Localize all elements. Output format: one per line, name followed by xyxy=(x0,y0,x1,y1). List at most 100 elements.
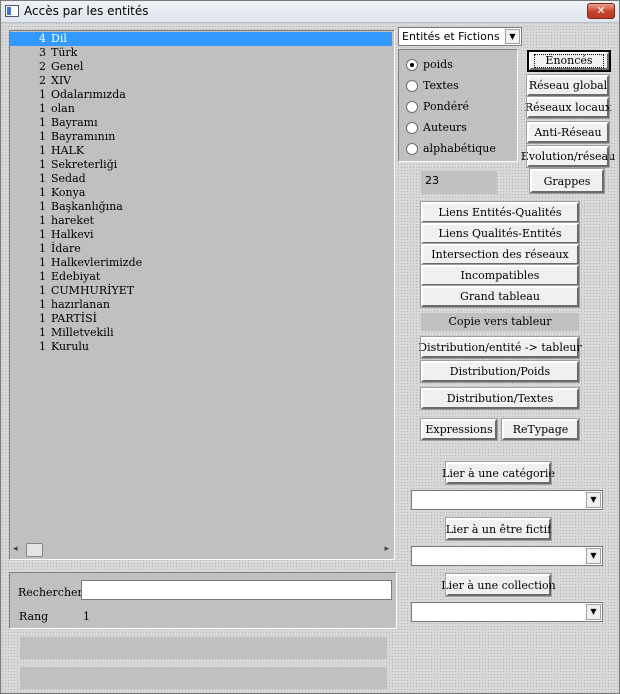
scroll-left-icon[interactable]: ◂ xyxy=(13,544,18,554)
radio-option-label: alphabétique xyxy=(423,142,496,155)
list-item-label: Bayramının xyxy=(51,130,116,143)
list-item[interactable]: 1 Başkanlığına xyxy=(10,200,392,214)
list-item[interactable]: 1 olan xyxy=(10,102,392,116)
intersection-reseaux-button[interactable]: Intersection des réseaux xyxy=(420,243,580,266)
radio-option-label: poids xyxy=(423,58,453,71)
list-item[interactable]: 1 Odalarımızda xyxy=(10,88,392,102)
type-select-value: Entités et Fictions xyxy=(402,30,500,43)
list-item[interactable]: 1 HALK xyxy=(10,144,392,158)
etre-fictif-select[interactable]: ▼ xyxy=(411,546,603,566)
list-item-label: Dil xyxy=(51,32,67,45)
reseau-global-button[interactable]: Réseau global xyxy=(526,74,610,97)
list-item[interactable]: 1 Bayramı xyxy=(10,116,392,130)
list-item[interactable]: 1 Halkevi xyxy=(10,228,392,242)
scroll-right-icon[interactable]: ▸ xyxy=(384,544,389,554)
list-item[interactable]: 1 hazırlanan xyxy=(10,298,392,312)
radio-option-label: Auteurs xyxy=(423,121,467,134)
distribution-textes-button[interactable]: Distribution/Textes xyxy=(420,387,580,410)
chevron-down-icon[interactable]: ▼ xyxy=(505,29,520,44)
list-item-count: 1 xyxy=(39,172,46,185)
evolution-reseau-button[interactable]: Evolution/réseau xyxy=(521,145,615,168)
anti-reseau-button[interactable]: Anti-Réseau xyxy=(526,121,610,144)
list-item[interactable]: 2 XIV xyxy=(10,74,392,88)
distribution-poids-button[interactable]: Distribution/Poids xyxy=(420,360,580,383)
list-item-label: Edebiyat xyxy=(51,270,101,283)
list-item-count: 1 xyxy=(39,214,46,227)
rang-value: 1 xyxy=(83,610,90,623)
list-item-label: HALK xyxy=(51,144,85,157)
list-item[interactable]: 1 CUMHURİYET xyxy=(10,284,392,298)
scroll-thumb[interactable] xyxy=(26,543,43,557)
list-item[interactable]: 1 PARTİSİ xyxy=(10,312,392,326)
list-item[interactable]: 1 Sedad xyxy=(10,172,392,186)
list-item[interactable]: 1 Edebiyat xyxy=(10,270,392,284)
list-item-label: olan xyxy=(51,102,75,115)
rang-label: Rang xyxy=(19,610,49,623)
expressions-button[interactable]: Expressions xyxy=(420,418,498,441)
search-input[interactable] xyxy=(81,580,392,600)
list-item-count: 2 xyxy=(39,74,46,87)
retypage-button[interactable]: ReTypage xyxy=(501,418,580,441)
list-item[interactable]: 1 Halkevlerimizde xyxy=(10,256,392,270)
list-item[interactable]: 1 Kurulu xyxy=(10,340,392,354)
collection-chevron-down-icon[interactable]: ▼ xyxy=(586,604,601,620)
lier-etre-fictif-button[interactable]: Lier à un être fictif xyxy=(445,517,552,541)
lier-categorie-button[interactable]: Lier à une catégorie xyxy=(442,461,555,485)
list-item-count: 1 xyxy=(39,242,46,255)
enonces-label: Énoncés xyxy=(534,54,604,68)
list-item[interactable]: 1 hareket xyxy=(10,214,392,228)
window-icon xyxy=(5,5,19,17)
lier-collection-button[interactable]: Lier à une collection xyxy=(441,573,556,597)
liens-entites-qualites-button[interactable]: Liens Entités-Qualités xyxy=(420,201,580,224)
close-button[interactable]: ✕ xyxy=(587,3,615,19)
title-bar[interactable]: Accès par les entités ✕ xyxy=(1,1,619,23)
grand-tableau-button[interactable]: Grand tableau xyxy=(420,285,580,308)
list-item[interactable]: 1 Konya xyxy=(10,186,392,200)
liens-qualites-entites-button[interactable]: Liens Qualités-Entités xyxy=(420,222,580,245)
categorie-select[interactable]: ▼ xyxy=(411,490,603,510)
list-item[interactable]: 4 Dil xyxy=(10,32,392,46)
type-select[interactable]: Entités et Fictions ▼ xyxy=(398,27,522,46)
list-item-label: Başkanlığına xyxy=(51,200,123,213)
list-item[interactable]: 1 Milletvekili xyxy=(10,326,392,340)
list-item[interactable]: 3 Türk xyxy=(10,46,392,60)
incompatibles-button[interactable]: Incompatibles xyxy=(420,264,580,287)
radio-button-icon[interactable] xyxy=(406,101,418,113)
list-item[interactable]: 2 Genel xyxy=(10,60,392,74)
list-item[interactable]: 1 Bayramının xyxy=(10,130,392,144)
grappes-button[interactable]: Grappes xyxy=(529,168,605,194)
list-item-count: 1 xyxy=(39,116,46,129)
list-item-count: 2 xyxy=(39,60,46,73)
radio-button-icon[interactable] xyxy=(406,59,418,71)
radio-button-icon[interactable] xyxy=(406,143,418,155)
horizontal-scrollbar[interactable]: ◂ ▸ xyxy=(10,542,394,559)
fictif-chevron-down-icon[interactable]: ▼ xyxy=(586,548,601,564)
main-window: Accès par les entités ✕ 4 Dil 3 Türk 2 Genel 2… xyxy=(0,0,620,694)
status-bar-2 xyxy=(20,667,387,689)
reseaux-locaux-button[interactable]: Réseaux locaux xyxy=(525,96,611,119)
radio-button-icon[interactable] xyxy=(406,122,418,134)
list-item-label: Genel xyxy=(51,60,84,73)
distribution-entite-button[interactable]: Distribution/entité -> tableur xyxy=(418,336,582,359)
list-item-count: 1 xyxy=(39,312,46,325)
window-title: Accès par les entités xyxy=(24,4,149,18)
search-label: Rechercher xyxy=(18,586,83,599)
enonces-button[interactable]: Énoncés xyxy=(527,50,611,72)
list-item-count: 1 xyxy=(39,186,46,199)
list-item[interactable]: 1 İdare xyxy=(10,242,392,256)
list-item-count: 4 xyxy=(39,32,46,45)
list-item-label: Türk xyxy=(51,46,78,59)
list-item-count: 1 xyxy=(39,200,46,213)
list-item-count: 1 xyxy=(39,102,46,115)
categorie-chevron-down-icon[interactable]: ▼ xyxy=(586,492,601,508)
list-item-count: 3 xyxy=(39,46,46,59)
collection-select[interactable]: ▼ xyxy=(411,602,603,622)
list-item[interactable]: 1 Sekreterliği xyxy=(10,158,392,172)
list-item-label: Bayramı xyxy=(51,116,98,129)
list-item-label: Halkevlerimizde xyxy=(51,256,143,269)
list-item-count: 1 xyxy=(39,144,46,157)
list-item-count: 1 xyxy=(39,326,46,339)
status-bar-1 xyxy=(20,637,387,659)
radio-button-icon[interactable] xyxy=(406,80,418,92)
entity-list[interactable]: 4 Dil 3 Türk 2 Genel 2 XIV 1 Odalarımızda 1 olan 1 Ba… xyxy=(9,30,395,560)
